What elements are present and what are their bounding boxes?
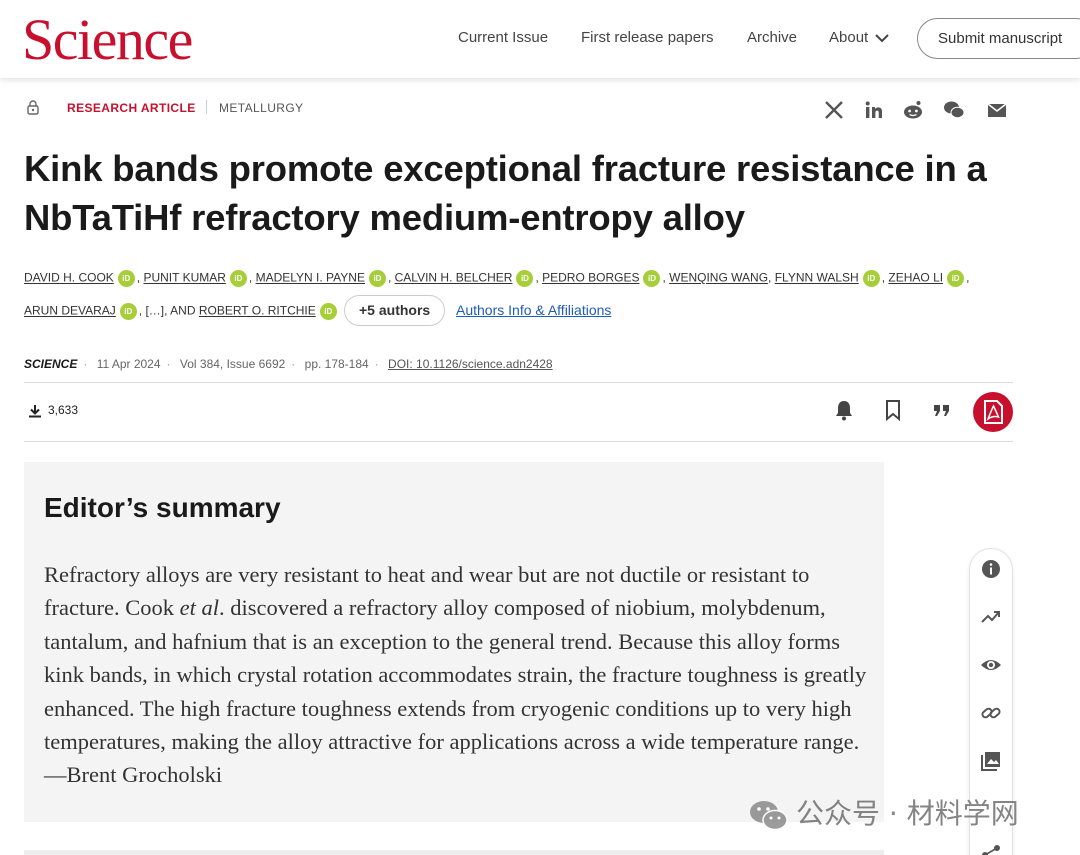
- author-link[interactable]: CALVIN H. BELCHER: [395, 271, 513, 285]
- eye-icon[interactable]: [980, 654, 1002, 676]
- authors-affiliations-link[interactable]: Authors Info & Affiliations: [456, 302, 611, 318]
- site-header: Science Current Issue First release pape…: [0, 0, 1080, 78]
- author-link[interactable]: DAVID H. COOK: [24, 271, 114, 285]
- summary-text: Refractory alloys are very resistant to …: [44, 562, 867, 788]
- orcid-icon[interactable]: iD: [117, 270, 135, 287]
- wechat-icon[interactable]: [943, 99, 965, 121]
- submit-manuscript-button[interactable]: Submit manuscript: [917, 18, 1080, 59]
- orcid-icon[interactable]: iD: [862, 270, 880, 287]
- author-link[interactable]: WENQING WANG: [669, 271, 768, 285]
- orcid-icon[interactable]: iD: [516, 270, 534, 287]
- page-range: pp. 178-184: [304, 357, 369, 371]
- x-icon[interactable]: [823, 99, 845, 121]
- article-title: Kink bands promote exceptional fracture …: [24, 148, 987, 238]
- divider: [24, 441, 1013, 442]
- doi-link[interactable]: DOI: 10.1126/science.adn2428: [388, 357, 553, 371]
- downloads-count: 3,633: [28, 403, 78, 418]
- downloads-value: 3,633: [48, 403, 79, 417]
- divider: [206, 100, 207, 114]
- authors-line-2: ARUN DEVARAJ iD, […], AND ROBERT O. RITCH…: [24, 303, 339, 320]
- lock-icon: [27, 100, 39, 115]
- author-link[interactable]: PUNIT KUMAR: [143, 271, 225, 285]
- author-link[interactable]: ARUN DEVARAJ: [24, 304, 116, 318]
- orcid-icon[interactable]: iD: [368, 270, 386, 287]
- author-link[interactable]: FLYNN WALSH: [775, 271, 859, 285]
- link-icon[interactable]: [980, 702, 1002, 724]
- authors-line-1: DAVID H. COOK iD, PUNIT KUMAR iD, MADELYN …: [24, 270, 969, 287]
- linkedin-icon[interactable]: [863, 99, 885, 121]
- quote-icon[interactable]: [930, 398, 954, 422]
- email-icon[interactable]: [986, 99, 1008, 121]
- nav-archive[interactable]: Archive: [747, 29, 797, 46]
- bookmark-icon[interactable]: [881, 398, 905, 422]
- article-type[interactable]: RESEARCH ARTICLE: [67, 101, 196, 115]
- author-link[interactable]: ROBERT O. RITCHIE: [199, 304, 316, 318]
- orcid-icon[interactable]: iD: [947, 270, 965, 287]
- pdf-icon: [984, 400, 1003, 424]
- info-icon[interactable]: [980, 558, 1002, 580]
- trending-icon[interactable]: [980, 606, 1002, 628]
- orcid-icon[interactable]: iD: [119, 303, 137, 320]
- image-icon[interactable]: [980, 750, 1002, 772]
- nav-current-issue[interactable]: Current Issue: [458, 29, 548, 46]
- reddit-icon[interactable]: [902, 99, 924, 121]
- publication-info: SCIENCE · 11 Apr 2024 · Vol 384, Issue 669…: [24, 357, 553, 371]
- volume-issue[interactable]: Vol 384, Issue 6692: [180, 357, 285, 371]
- author-link[interactable]: MADELYN I. PAYNE: [256, 271, 365, 285]
- nav-about-label: About: [829, 29, 869, 46]
- share-icon[interactable]: [980, 844, 1002, 855]
- bell-icon[interactable]: [832, 398, 856, 422]
- pdf-button[interactable]: [973, 392, 1013, 432]
- publication-date: 11 Apr 2024: [96, 357, 161, 371]
- orcid-icon[interactable]: iD: [319, 303, 337, 320]
- watermark-text: 公众号 · 材料学网: [796, 797, 1019, 830]
- wechat-logo-icon: [750, 801, 788, 831]
- nav-first-release-papers[interactable]: First release papers: [581, 29, 714, 46]
- authors-ellipsis: […], AND: [145, 303, 196, 318]
- author-link[interactable]: ZEHAO LI: [888, 271, 943, 285]
- orcid-icon[interactable]: iD: [643, 270, 661, 287]
- download-icon: [29, 404, 41, 418]
- author-link[interactable]: PEDRO BORGES: [542, 271, 639, 285]
- orcid-icon[interactable]: iD: [229, 270, 247, 287]
- journal-name[interactable]: SCIENCE: [24, 357, 77, 371]
- chevron-down-icon: [875, 34, 890, 43]
- summary-heading: Editor’s summary: [44, 492, 281, 523]
- science-logo[interactable]: Science: [22, 8, 193, 72]
- nav-about[interactable]: About: [829, 29, 890, 46]
- more-authors-button[interactable]: +5 authors: [344, 295, 446, 326]
- next-section-edge: [24, 850, 884, 855]
- watermark: 公众号 · 材料学网: [748, 792, 1019, 832]
- article-subject[interactable]: METALLURGY: [219, 101, 303, 115]
- divider: [24, 382, 1013, 383]
- editors-summary: Editor’s summary Refractory alloys are v…: [24, 462, 884, 822]
